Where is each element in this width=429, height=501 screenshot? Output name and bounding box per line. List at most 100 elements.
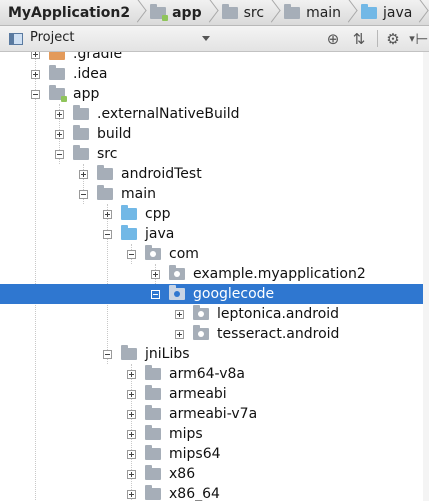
- breadcrumb-separator: [341, 0, 355, 25]
- tree-node[interactable]: x86: [0, 464, 429, 484]
- hide-icon[interactable]: ⊢: [413, 30, 429, 48]
- expand-toggle-icon[interactable]: [151, 270, 160, 279]
- source-folder-icon: [121, 205, 137, 220]
- tree-node[interactable]: com: [0, 244, 429, 264]
- breadcrumb-label: app: [172, 4, 202, 21]
- breadcrumb-item[interactable]: src: [216, 0, 264, 25]
- tree-node[interactable]: build: [0, 124, 429, 144]
- breadcrumb-separator: [130, 0, 144, 25]
- tree-node[interactable]: app: [0, 84, 429, 104]
- tree-node[interactable]: main: [0, 184, 429, 204]
- expand-toggle-icon[interactable]: [127, 370, 136, 379]
- expand-toggle-icon[interactable]: [127, 470, 136, 479]
- tree-node[interactable]: example.myapplication2: [0, 264, 429, 284]
- toolbar-divider: [377, 30, 378, 47]
- tree-node-label: jniLibs: [145, 346, 190, 362]
- collapse-toggle-icon[interactable]: [103, 230, 112, 239]
- breadcrumb-separator: [412, 0, 426, 25]
- folder-icon: [145, 365, 161, 380]
- folder-icon: [97, 165, 113, 180]
- expand-toggle-icon[interactable]: [31, 70, 40, 79]
- tree-node-label: leptonica.android: [217, 306, 340, 322]
- chevron-down-icon[interactable]: [202, 36, 210, 41]
- breadcrumb-separator: [202, 0, 216, 25]
- collapse-toggle-icon[interactable]: [55, 150, 64, 159]
- breadcrumb-label: java: [383, 4, 413, 21]
- tree-node-label: app: [73, 86, 100, 102]
- tree-node-label: build: [97, 126, 132, 142]
- tree-node[interactable]: leptonica.android: [0, 304, 429, 324]
- expand-toggle-icon[interactable]: [103, 210, 112, 219]
- expand-toggle-icon[interactable]: [175, 330, 184, 339]
- tree-node-label: androidTest: [121, 166, 202, 182]
- folder-icon: [73, 145, 89, 160]
- tree-node-label: java: [145, 226, 175, 242]
- breadcrumb-item[interactable]: MyApplication2: [0, 0, 130, 25]
- folder-icon: [145, 465, 161, 480]
- tree-node[interactable]: x86_64: [0, 484, 429, 501]
- tree-node-label: .externalNativeBuild: [97, 106, 240, 122]
- expand-toggle-icon[interactable]: [127, 410, 136, 419]
- folder-icon: [145, 425, 161, 440]
- expand-toggle-icon[interactable]: [175, 310, 184, 319]
- tree-node-label: x86: [169, 466, 196, 482]
- tree-node[interactable]: googlecode: [0, 284, 429, 304]
- breadcrumb-item[interactable]: main: [278, 0, 341, 25]
- tree-node-label: x86_64: [169, 486, 220, 501]
- expand-toggle-icon[interactable]: [127, 390, 136, 399]
- breadcrumb-item[interactable]: java: [355, 0, 412, 25]
- collapse-toggle-icon[interactable]: [31, 90, 40, 99]
- tree-node[interactable]: armeabi-v7a: [0, 404, 429, 424]
- folder-icon: [145, 385, 161, 400]
- tree-node[interactable]: .gradle: [0, 52, 429, 64]
- folder-icon: [121, 345, 137, 360]
- tree-node[interactable]: tesseract.android: [0, 324, 429, 344]
- tree-node[interactable]: cpp: [0, 204, 429, 224]
- tree-node-label: mips64: [169, 446, 221, 462]
- breadcrumb-label: src: [243, 4, 265, 21]
- project-tree[interactable]: .gradle .idea app .externalNativeBuild build…: [0, 52, 429, 501]
- tree-node-label: googlecode: [193, 286, 275, 302]
- expand-toggle-icon[interactable]: [55, 130, 64, 139]
- collapse-toggle-icon[interactable]: [79, 190, 88, 199]
- collapse-toggle-icon[interactable]: [151, 290, 160, 299]
- tree-node[interactable]: armeabi: [0, 384, 429, 404]
- expand-toggle-icon[interactable]: [127, 430, 136, 439]
- expand-toggle-icon[interactable]: [79, 170, 88, 179]
- collapse-all-icon[interactable]: ⇅: [350, 30, 368, 48]
- folder-icon: [221, 3, 238, 19]
- tree-node-label: .idea: [73, 66, 108, 82]
- tree-node[interactable]: .externalNativeBuild: [0, 104, 429, 124]
- folder-icon: [73, 105, 89, 120]
- source-folder-icon: [121, 225, 137, 240]
- collapse-toggle-icon[interactable]: [103, 350, 112, 359]
- breadcrumb-separator: [264, 0, 278, 25]
- breadcrumb-label: main: [306, 4, 342, 21]
- tree-node[interactable]: java: [0, 224, 429, 244]
- folder-icon: [145, 485, 161, 500]
- tree-node[interactable]: mips64: [0, 444, 429, 464]
- tree-node[interactable]: .idea: [0, 64, 429, 84]
- expand-toggle-icon[interactable]: [127, 490, 136, 499]
- tree-scrollbar[interactable]: [423, 52, 429, 501]
- folder-icon: [73, 125, 89, 140]
- project-view-selector[interactable]: Project: [30, 30, 74, 45]
- collapse-toggle-icon[interactable]: [127, 250, 136, 259]
- expand-toggle-icon[interactable]: [31, 52, 40, 59]
- tree-node-label: arm64-v8a: [169, 366, 245, 382]
- breadcrumb-item[interactable]: app: [144, 0, 202, 25]
- package-icon: [193, 325, 209, 340]
- tree-node-label: tesseract.android: [217, 326, 340, 342]
- tree-node[interactable]: src: [0, 144, 429, 164]
- tree-node[interactable]: jniLibs: [0, 344, 429, 364]
- tree-node[interactable]: mips: [0, 424, 429, 444]
- expand-toggle-icon[interactable]: [127, 450, 136, 459]
- expand-toggle-icon[interactable]: [55, 110, 64, 119]
- tree-node[interactable]: arm64-v8a: [0, 364, 429, 384]
- tree-node[interactable]: androidTest: [0, 164, 429, 184]
- gear-icon[interactable]: ⚙: [384, 30, 402, 48]
- tree-node-label: main: [121, 186, 156, 202]
- package-icon: [193, 305, 209, 320]
- target-icon[interactable]: ⊕: [324, 30, 342, 48]
- navigation-breadcrumb: MyApplication2 app src main java: [0, 0, 429, 26]
